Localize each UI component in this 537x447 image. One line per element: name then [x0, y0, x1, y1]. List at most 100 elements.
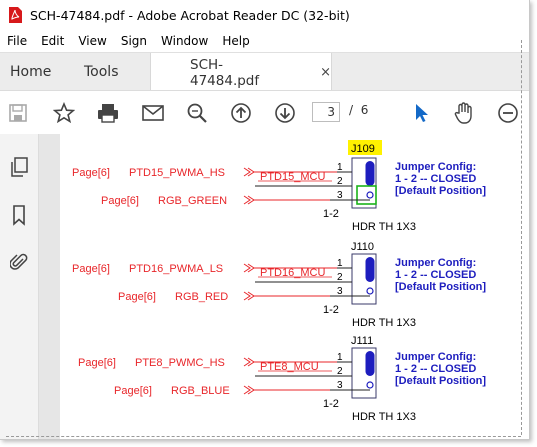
pin-number: 3: [337, 190, 343, 201]
jumper-config-default: [Default Position]: [395, 185, 486, 197]
offpage-arrow-bottom: [243, 385, 255, 395]
offpage-page-bottom: Page[6]: [101, 195, 139, 207]
tab-home[interactable]: Home: [10, 53, 51, 91]
pin-number: 2: [337, 366, 343, 377]
bookmarks-panel-button[interactable]: [9, 204, 29, 226]
tab-close-icon[interactable]: ×: [320, 65, 331, 80]
printer-icon: [98, 103, 118, 123]
save-button[interactable]: [1, 91, 35, 134]
print-button[interactable]: [91, 91, 125, 134]
offpage-arrow-top: [243, 357, 255, 367]
pin-number: 1: [337, 162, 343, 173]
paperclip-icon: [10, 253, 28, 270]
pin-number: 1: [337, 258, 343, 269]
tab-bar: Home Tools SCH-47484.pdf ×: [0, 52, 529, 92]
save-icon: [9, 103, 27, 122]
pin-circle: [366, 381, 374, 389]
arrow-down-circle-icon: [275, 102, 295, 123]
menu-sign[interactable]: Sign: [114, 34, 154, 48]
menu-bar: File Edit View Sign Window Help: [0, 30, 529, 52]
offpage-arrow-top: [243, 167, 255, 177]
previous-page-button[interactable]: [224, 91, 258, 134]
page-number-input[interactable]: 3: [312, 102, 340, 122]
tab-document-label: SCH-47484.pdf: [190, 56, 260, 89]
minus-circle-icon: [498, 102, 518, 123]
tab-document[interactable]: SCH-47484.pdf ×: [150, 53, 332, 92]
jumper-config-title: Jumper Config:: [395, 161, 476, 173]
tab-tools[interactable]: Tools: [84, 53, 119, 91]
jumper-ref: J111: [351, 335, 373, 347]
acrobat-window: SCH-47484.pdf - Adobe Acrobat Reader DC …: [0, 0, 530, 440]
offpage-page-bottom: Page[6]: [118, 291, 156, 303]
pin-number: 3: [337, 380, 343, 391]
page-thumbnails-button[interactable]: [9, 156, 29, 178]
pin-note: 1-2: [323, 398, 339, 410]
zoom-out-button[interactable]: [491, 91, 525, 134]
total-pages: 6: [360, 103, 369, 117]
jumper-config-setting: 1 - 2 -- CLOSED: [395, 173, 476, 185]
document-page[interactable]: J109 1 2 3 Page[6] PTD15_PWMA_HS Page[6] RGB_GR…: [60, 134, 529, 439]
jumper-shunt: [365, 257, 375, 282]
jumper-config-setting: 1 - 2 -- CLOSED: [395, 363, 476, 375]
schematic-canvas: J109 1 2 3 Page[6] PTD15_PWMA_HS Page[6] RGB_GR…: [72, 140, 486, 423]
cursor-arrow-icon: [416, 103, 428, 122]
menu-view[interactable]: View: [71, 34, 113, 48]
jumper-config-setting: 1 - 2 -- CLOSED: [395, 269, 476, 281]
menu-help[interactable]: Help: [215, 34, 256, 48]
pin-number: 2: [337, 176, 343, 187]
zoom-search-button[interactable]: [180, 91, 214, 134]
menu-file[interactable]: File: [0, 34, 34, 48]
title-bar: SCH-47484.pdf - Adobe Acrobat Reader DC …: [0, 0, 529, 30]
jumper-ref: J109: [351, 143, 375, 155]
select-tool-button[interactable]: [404, 91, 438, 134]
email-button[interactable]: [136, 91, 170, 134]
offpage-page-top: Page[6]: [78, 357, 116, 369]
navigation-pane: [0, 134, 39, 439]
page-separator: /: [349, 103, 354, 117]
jumper-config-default: [Default Position]: [395, 375, 486, 387]
arrow-up-circle-icon: [231, 102, 251, 123]
menu-window[interactable]: Window: [154, 34, 215, 48]
pin-number: 3: [337, 286, 343, 297]
attachments-panel-button[interactable]: [9, 251, 29, 273]
jumper-config-default: [Default Position]: [395, 281, 486, 293]
jumper-config-title: Jumper Config:: [395, 257, 476, 269]
jumper-ref: J110: [351, 241, 374, 253]
bookmark-icon: [13, 205, 25, 226]
envelope-icon: [142, 104, 164, 121]
window-title: SCH-47484.pdf - Adobe Acrobat Reader DC …: [30, 7, 350, 23]
pin-note: 1-2: [323, 304, 339, 316]
offpage-arrow-bottom: [243, 291, 255, 301]
pin-note: 1-2: [323, 208, 339, 220]
part-number: HDR TH 1X3: [352, 317, 416, 329]
page-right-edge: [521, 40, 522, 435]
offpage-page-top: Page[6]: [72, 167, 110, 179]
offpage-signal-top: PTD16_PWMA_LS: [129, 263, 223, 275]
offpage-page-top: Page[6]: [72, 263, 110, 275]
bookmark-star-button[interactable]: [47, 91, 81, 134]
jumper-shunt: [365, 161, 375, 186]
offpage-arrow-bottom: [243, 195, 255, 205]
pin-number: 1: [337, 352, 343, 363]
offpage-page-bottom: Page[6]: [114, 385, 152, 397]
menu-edit[interactable]: Edit: [34, 34, 71, 48]
page-bottom-edge: [6, 436, 521, 437]
part-number: HDR TH 1X3: [352, 221, 416, 233]
pin-circle: [366, 191, 374, 199]
offpage-signal-top: PTD15_PWMA_HS: [129, 167, 225, 179]
pin-circle: [366, 287, 374, 295]
acrobat-logo-icon: [9, 7, 22, 23]
hand-tool-button[interactable]: [447, 91, 481, 134]
pages-icon: [11, 157, 28, 177]
page-count: / 6: [349, 103, 368, 117]
offpage-arrow-top: [243, 263, 255, 273]
offpage-signal-bottom: RGB_BLUE: [171, 385, 230, 397]
hand-icon: [454, 101, 472, 124]
offpage-signal-top: PTE8_PWMC_HS: [135, 357, 225, 369]
offpage-signal-bottom: RGB_GREEN: [158, 195, 227, 207]
part-number: HDR TH 1X3: [352, 411, 416, 423]
next-page-button[interactable]: [268, 91, 302, 134]
magnifier-icon: [187, 103, 207, 123]
offpage-signal-bottom: RGB_RED: [175, 291, 228, 303]
star-icon: [53, 101, 75, 123]
